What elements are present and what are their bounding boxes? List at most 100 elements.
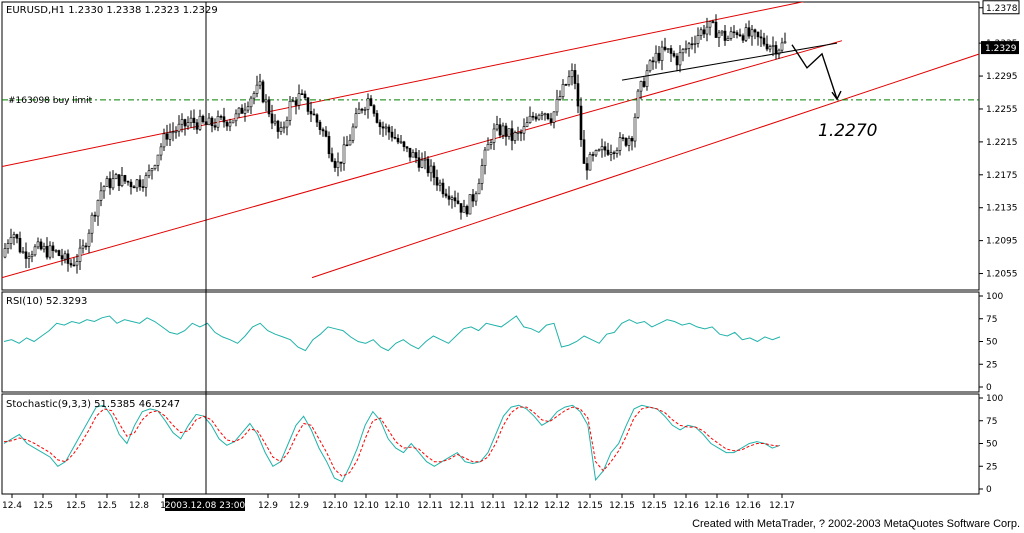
candle-body-142: [429, 165, 433, 174]
time-tick-label-12: 12.11: [449, 501, 475, 511]
chart-window: 1.23781.23351.22951.22551.22151.21751.21…: [0, 0, 1024, 533]
cursor-time-label: 2003.12.08 23:00: [165, 501, 246, 511]
candle-body-141: [426, 158, 430, 174]
candle-body-174: [525, 122, 529, 127]
candle-body-259: [780, 42, 784, 51]
candle-body-25: [78, 247, 82, 262]
chart-canvas: 1.23781.23351.22951.22551.22151.21751.21…: [1, 0, 1020, 511]
price-tick-label-8: 1.2055: [986, 270, 1018, 280]
time-tick-label-21: 12.16: [735, 501, 761, 511]
candle-body-155: [468, 194, 472, 215]
candle-body-232: [699, 29, 703, 36]
candle-body-36: [111, 178, 115, 189]
order-label: #163098 buy limit: [8, 96, 93, 106]
candle-body-133: [402, 141, 406, 148]
candle-body-2: [9, 237, 13, 244]
candle-body-165: [498, 124, 502, 136]
candle-body-98: [297, 93, 301, 106]
candle-body-212: [639, 81, 643, 92]
candle-body-84: [255, 84, 259, 94]
candle-body-237: [714, 21, 718, 38]
candle-body-39: [120, 175, 124, 186]
candle-body-71: [216, 116, 220, 128]
candle-body-168: [507, 128, 511, 137]
candle-body-250: [753, 29, 757, 33]
candle-body-238: [717, 32, 721, 38]
candle-body-201: [606, 149, 610, 155]
candle-body-242: [729, 31, 733, 39]
candle-body-82: [249, 97, 253, 108]
price-tick-label-0: 1.2378: [986, 4, 1018, 14]
candle-body-196: [591, 154, 595, 156]
candle-body-49: [150, 168, 154, 172]
candle-body-100: [303, 93, 307, 99]
candle-body-8: [27, 256, 31, 259]
stoch-tick-label-0: 100: [986, 394, 1003, 404]
candle-body-52: [159, 146, 163, 156]
candle-body-40: [123, 175, 127, 182]
candle-body-175: [528, 115, 532, 123]
candle-body-5: [18, 237, 22, 253]
candle-body-164: [495, 124, 499, 130]
candle-body-88: [267, 99, 271, 115]
candle-body-244: [735, 32, 739, 36]
candle-body-21: [66, 253, 70, 264]
candle-body-46: [141, 186, 145, 188]
candle-body-197: [594, 150, 598, 156]
candle-body-219: [660, 46, 664, 61]
time-tick-label-15: 12.12: [544, 501, 570, 511]
candle-body-186: [561, 84, 565, 97]
candle-body-83: [252, 93, 256, 99]
candle-body-240: [723, 30, 727, 41]
candle-body-119: [360, 108, 364, 111]
candle-body-50: [153, 165, 157, 169]
candle-body-183: [552, 111, 556, 123]
candle-body-145: [438, 182, 442, 186]
time-tick-label-19: 12.16: [673, 501, 699, 511]
candle-body-202: [609, 152, 613, 155]
candle-body-55: [168, 132, 172, 140]
candle-body-131: [396, 138, 400, 143]
candle-body-246: [741, 35, 745, 41]
candle-body-204: [615, 150, 619, 154]
candle-body-81: [246, 106, 250, 111]
rsi-panel-frame: [1, 291, 980, 393]
candle-body-59: [180, 119, 184, 125]
candle-body-64: [195, 122, 199, 130]
candle-body-203: [612, 152, 616, 154]
candle-body-116: [351, 126, 355, 141]
candle-body-134: [405, 146, 409, 149]
candle-body-152: [459, 203, 463, 213]
candle-body-253: [762, 37, 766, 45]
candle-body-207: [624, 138, 628, 146]
candle-body-34: [105, 178, 109, 187]
candle-body-178: [537, 114, 541, 120]
candle-body-136: [411, 152, 415, 158]
candle-body-239: [720, 30, 724, 34]
candle-body-172: [519, 131, 523, 134]
candle-body-89: [270, 113, 274, 124]
candle-body-108: [327, 136, 331, 155]
candle-body-248: [747, 27, 751, 37]
candle-body-234: [705, 26, 709, 35]
candle-body-139: [420, 159, 424, 168]
candle-body-12: [39, 241, 43, 250]
candle-body-69: [210, 117, 214, 127]
candle-body-218: [657, 52, 661, 61]
candle-body-137: [414, 152, 418, 159]
price-tick-label-3: 1.2255: [986, 105, 1018, 115]
stoch-tick-label-4: 0: [986, 485, 992, 495]
candle-body-60: [183, 119, 187, 127]
candle-body-47: [144, 175, 148, 188]
rsi-tick-label-2: 50: [986, 338, 998, 348]
candle-body-54: [165, 133, 169, 140]
candle-body-16: [51, 245, 55, 251]
time-tick-label-17: 12.15: [609, 501, 635, 511]
price-tick-label-7: 1.2095: [986, 237, 1018, 247]
candle-body-179: [540, 113, 544, 116]
candle-body-191: [576, 83, 580, 107]
candle-body-51: [156, 154, 160, 166]
stochastic-label: Stochastic(9,3,3) 51.5385 46.5247: [6, 399, 180, 410]
candle-body-151: [456, 200, 460, 204]
candle-body-75: [228, 122, 232, 127]
